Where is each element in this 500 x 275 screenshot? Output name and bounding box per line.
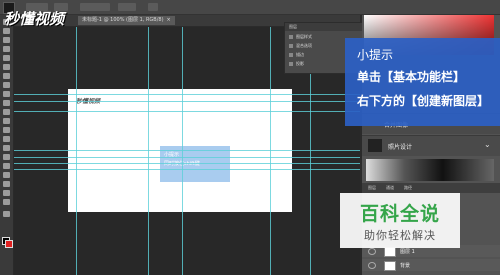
eye-icon[interactable] <box>368 262 376 269</box>
horizontal-guide[interactable] <box>14 101 360 102</box>
blur-tool-icon[interactable] <box>3 127 10 133</box>
chevron-down-icon[interactable]: ⌄ <box>484 140 491 149</box>
brush-tool-icon[interactable] <box>3 82 10 88</box>
option-control[interactable] <box>80 3 110 11</box>
corner-watermark-logo: 秒懂视频 <box>4 10 65 28</box>
dodge-tool-icon[interactable] <box>3 136 10 142</box>
tip-overlay: 小提示 单击【基本功能栏】 右下方的【创建新图层】 <box>345 38 500 126</box>
edit-toolbar-icon[interactable] <box>3 211 10 217</box>
tab-layers[interactable]: 图层 <box>368 185 376 191</box>
tab-paths[interactable]: 路径 <box>404 185 412 191</box>
eyedropper-tool-icon[interactable] <box>3 64 10 70</box>
vertical-guide[interactable] <box>182 27 183 275</box>
popup-row-label: 图层样式 <box>296 34 312 39</box>
hand-tool-icon[interactable] <box>3 181 10 187</box>
healing-tool-icon[interactable] <box>3 73 10 79</box>
popup-row-label: 描边 <box>296 52 304 57</box>
options-bar <box>0 0 500 15</box>
document-tab[interactable]: 未标题-1 @ 100% (图层 1, RGB/8) × <box>78 16 175 25</box>
checkbox-icon[interactable] <box>289 35 293 39</box>
checkbox-icon[interactable] <box>289 62 293 66</box>
checkbox-icon[interactable] <box>289 53 293 57</box>
vertical-guide[interactable] <box>76 27 77 275</box>
tip-title: 小提示 <box>357 48 394 62</box>
horizontal-guide[interactable] <box>14 163 360 164</box>
tab-channels[interactable]: 通道 <box>386 185 394 191</box>
zoom-tool-icon[interactable] <box>3 190 10 196</box>
baike-logo-subtitle: 助你轻松解决 <box>364 229 436 242</box>
tools-panel <box>0 15 14 275</box>
eye-icon[interactable] <box>368 248 376 255</box>
baike-logo: 百科全说 助你轻松解决 <box>340 193 460 248</box>
crop-tool-icon[interactable] <box>3 55 10 61</box>
pen-tool-icon[interactable] <box>3 145 10 151</box>
document-tab-label: 未标题-1 @ 100% (图层 1, RGB/8) <box>82 17 164 23</box>
checkbox-icon[interactable] <box>289 44 293 48</box>
option-control[interactable] <box>118 3 136 11</box>
popup-row-label: 混合选项 <box>296 43 312 48</box>
thumbnail <box>368 139 382 152</box>
layer-thumbnail <box>384 261 396 271</box>
panel-item-photo-design[interactable]: 照片设计 ⌄ <box>362 135 500 156</box>
lasso-tool-icon[interactable] <box>3 37 10 43</box>
layers-panel-tabs: 图层 通道 路径 <box>362 183 500 193</box>
background-color-swatch[interactable] <box>5 240 13 248</box>
stamp-tool-icon[interactable] <box>3 91 10 97</box>
popup-header: 图层 <box>285 23 363 31</box>
image-preview-strip <box>366 159 494 181</box>
vertical-guide[interactable] <box>270 27 271 275</box>
option-control[interactable] <box>148 3 158 11</box>
horizontal-guide[interactable] <box>14 111 360 112</box>
layer-name: 背景 <box>400 263 411 269</box>
more-tools-icon[interactable] <box>3 199 10 205</box>
horizontal-guide[interactable] <box>14 94 360 95</box>
horizontal-guide[interactable] <box>14 169 360 170</box>
eraser-tool-icon[interactable] <box>3 109 10 115</box>
tip-line: 右下方的【创建新图层】 <box>357 94 490 108</box>
tip-line: 单击【基本功能栏】 <box>357 70 466 84</box>
history-brush-tool-icon[interactable] <box>3 100 10 106</box>
layer-name: 图层 1 <box>400 249 415 255</box>
close-icon[interactable]: × <box>167 17 171 23</box>
layer-row[interactable]: 背景 <box>362 259 500 271</box>
popup-header-label: 图层 <box>289 24 297 29</box>
canvas-blue-box: 小提示 同时按住shift键 <box>160 146 230 182</box>
quick-select-tool-icon[interactable] <box>3 46 10 52</box>
path-select-tool-icon[interactable] <box>3 163 10 169</box>
layer-thumbnail <box>384 247 396 257</box>
panel-item-label: 照片设计 <box>388 144 413 151</box>
baike-logo-title: 百科全说 <box>359 203 440 225</box>
horizontal-guide[interactable] <box>14 150 360 151</box>
popup-row-label: 投影 <box>296 61 304 66</box>
gradient-tool-icon[interactable] <box>3 118 10 124</box>
text-tool-icon[interactable] <box>3 154 10 160</box>
vertical-guide[interactable] <box>148 27 149 275</box>
shape-tool-icon[interactable] <box>3 172 10 178</box>
horizontal-guide[interactable] <box>14 157 360 158</box>
